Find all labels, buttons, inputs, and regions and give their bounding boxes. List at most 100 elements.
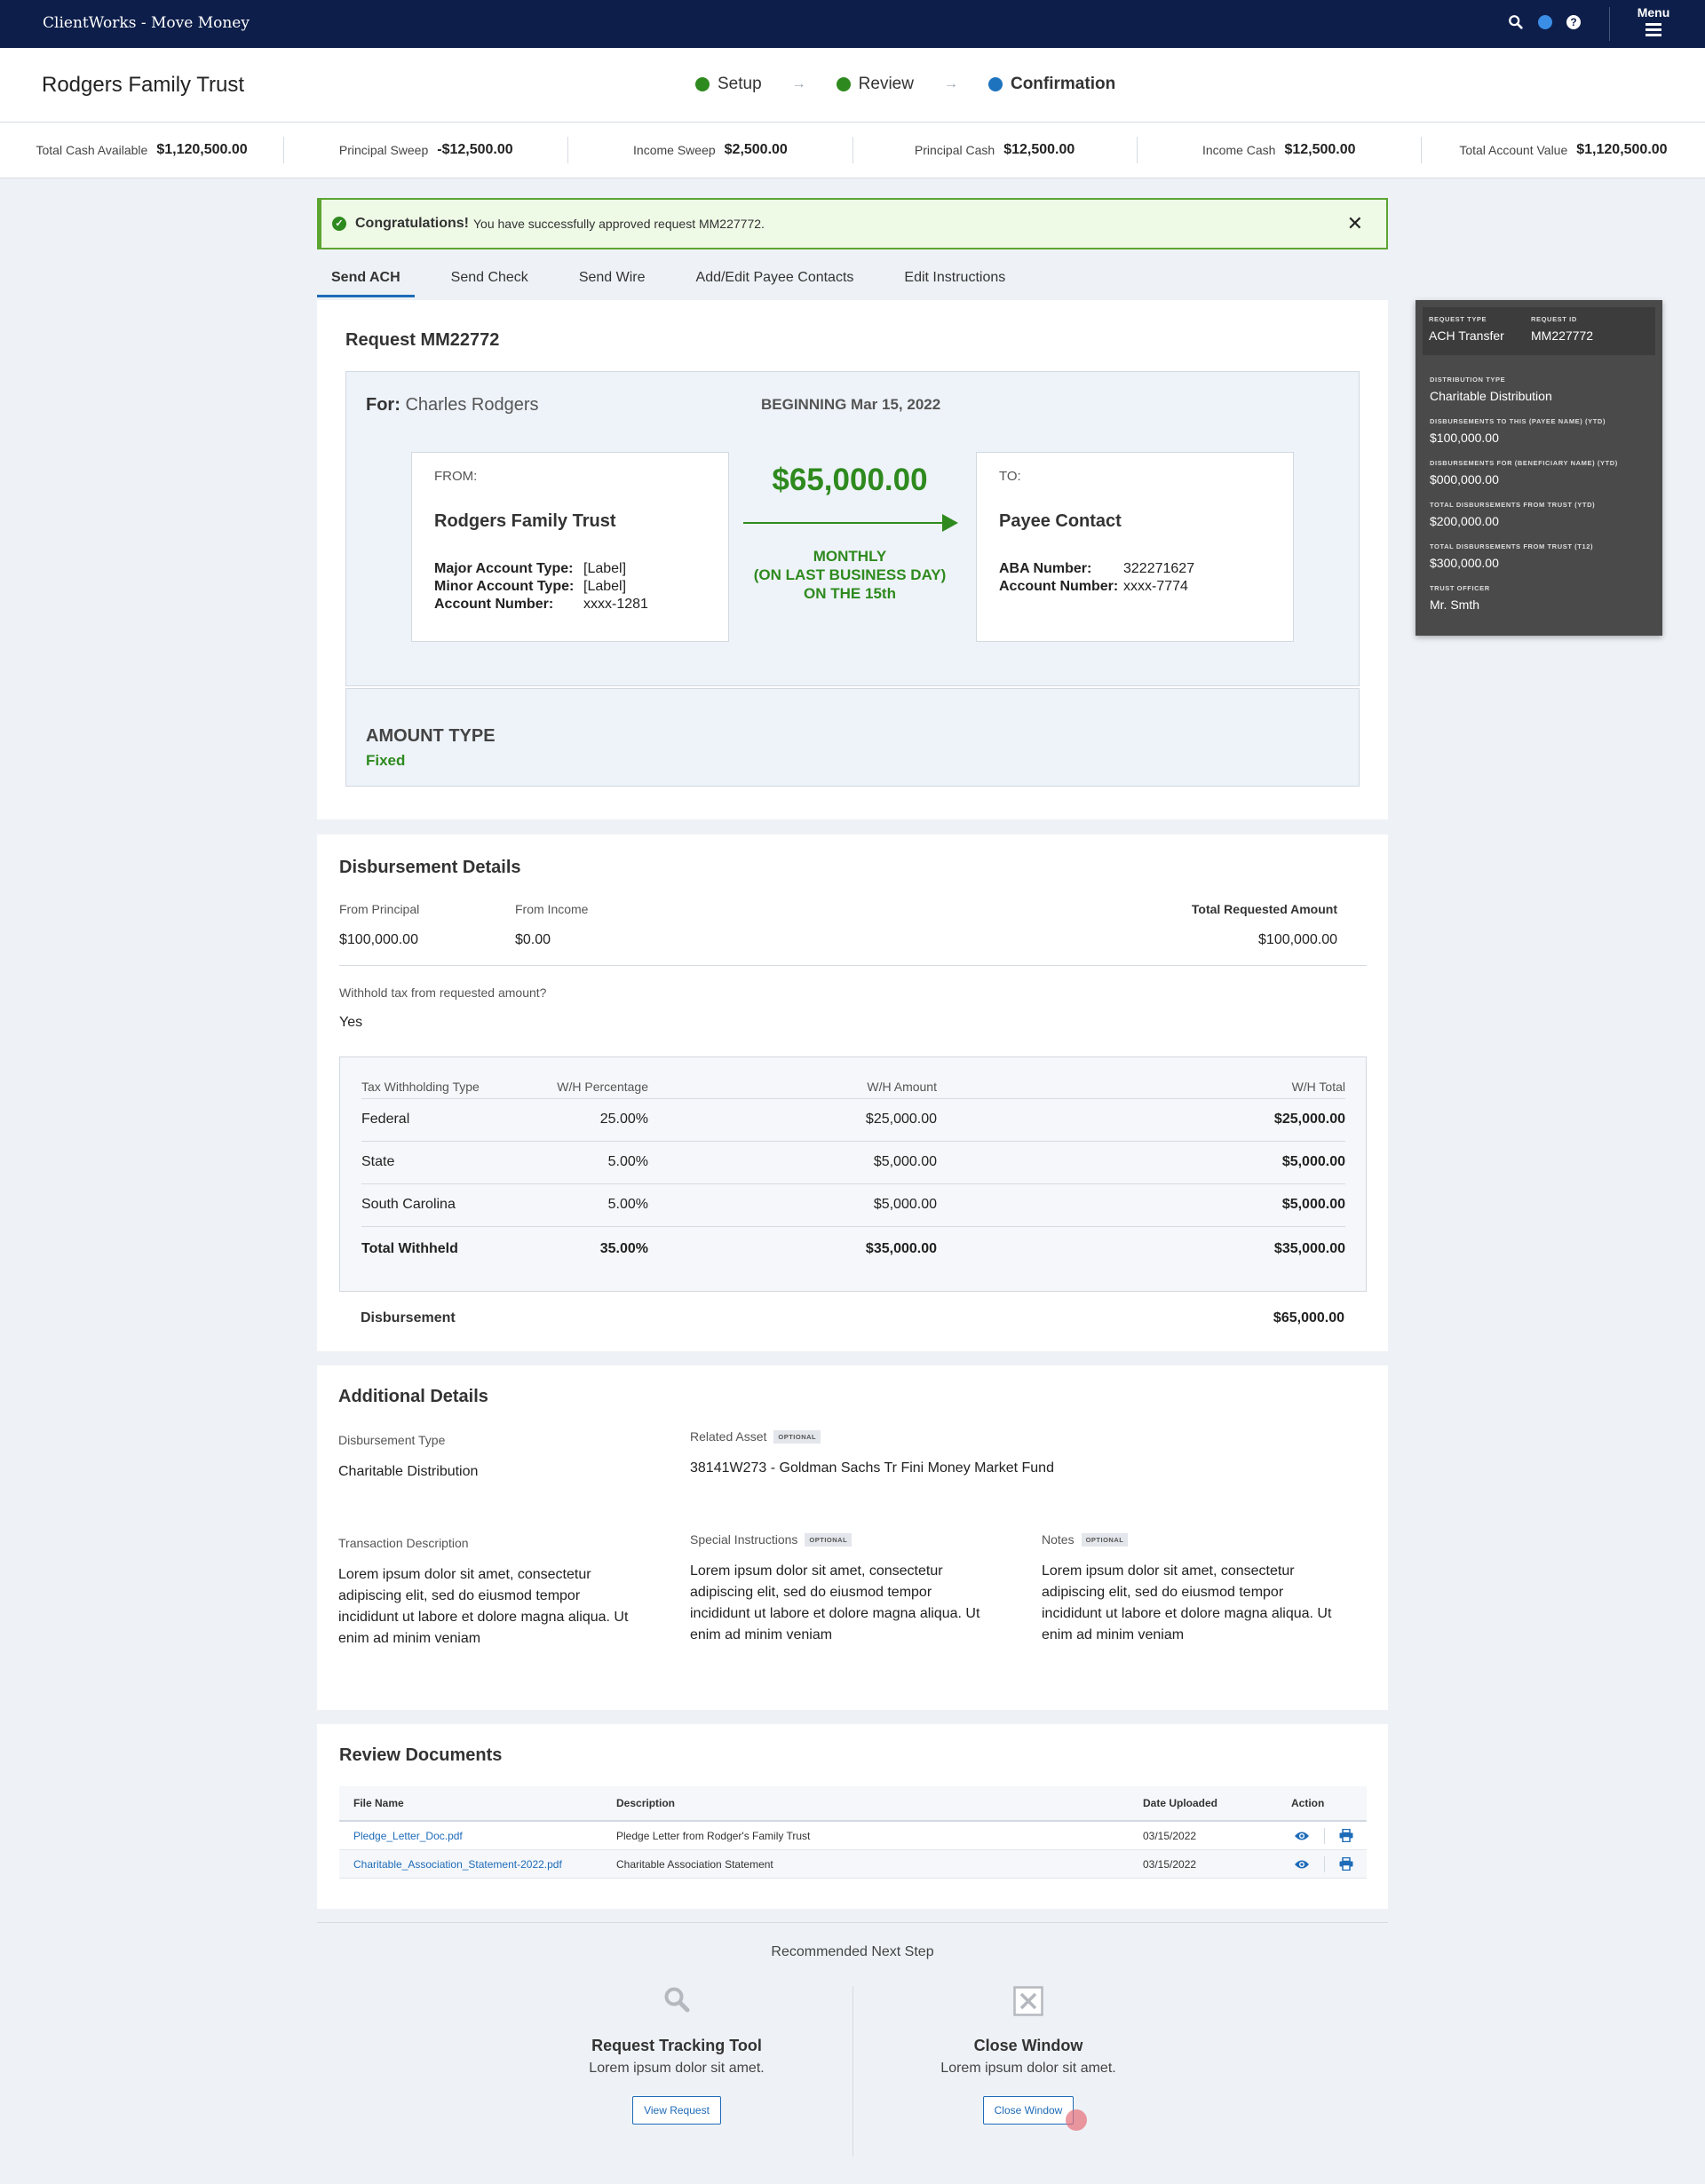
step-label: Setup xyxy=(718,75,762,93)
detail-row: Major Account Type: [Label] xyxy=(434,561,648,577)
for-line: For: Charles Rodgers xyxy=(366,395,539,415)
action-tabs: Send ACH Send Check Send Wire Add/Edit P… xyxy=(317,263,1042,297)
disb-for-beneficiary-field: DISBURSEMENTS FOR (BENEFICIARY NAME) (YT… xyxy=(1430,459,1618,487)
row-actions xyxy=(1294,1856,1353,1872)
section-title: Additional Details xyxy=(338,1387,488,1406)
field-label: DISBURSEMENTS FOR (BENEFICIARY NAME) (YT… xyxy=(1430,459,1618,467)
action-divider xyxy=(1324,1827,1325,1844)
eye-icon[interactable] xyxy=(1294,1859,1310,1870)
field-value: $200,000.00 xyxy=(1430,514,1499,528)
next-step-request-tracking: Request Tracking Tool Lorem ipsum dolor … xyxy=(504,1986,850,2125)
summary-total-account-value: Total Account Value $1,120,500.00 xyxy=(1422,137,1705,163)
col-header: W/H Percentage xyxy=(557,1080,648,1094)
step-confirmation: Confirmation xyxy=(987,75,1116,94)
section-title: Review Documents xyxy=(339,1745,503,1765)
field-label-row: Related Asset OPTIONAL xyxy=(690,1429,1223,1444)
print-icon[interactable] xyxy=(1339,1829,1353,1842)
col-header: Description xyxy=(616,1797,676,1809)
cell: $5,000.00 xyxy=(1281,1197,1345,1212)
tab-edit-instructions[interactable]: Edit Instructions xyxy=(890,263,1019,297)
additional-details-card: Additional Details Disbursement Type Cha… xyxy=(317,1365,1388,1710)
file-link[interactable]: Pledge_Letter_Doc.pdf xyxy=(353,1830,463,1842)
to-details: ABA Number: 322271627 Account Number: xxxx… xyxy=(999,561,1194,597)
help-icon[interactable]: ? xyxy=(1566,15,1581,29)
for-label: For: xyxy=(366,395,400,415)
detail-key: Major Account Type: xyxy=(434,561,574,576)
summary-label: Income Cash xyxy=(1201,143,1276,157)
withhold-answer: Yes xyxy=(339,1015,363,1030)
detail-value: [Label] xyxy=(583,561,627,576)
step-complete-icon xyxy=(695,77,710,91)
cell: $25,000.00 xyxy=(1273,1112,1345,1127)
field-label: Transaction Description xyxy=(338,1536,469,1550)
arrow-right-icon xyxy=(743,512,958,534)
file-description: Charitable Association Statement xyxy=(616,1857,773,1871)
alert-message: You have successfully approved request M… xyxy=(473,217,765,231)
transfer-amount: $65,000.00 MONTHLY (ON LAST BUSINESS DAY… xyxy=(743,463,958,603)
step-current-icon xyxy=(987,77,1003,91)
summary-value: $1,120,500.00 xyxy=(156,142,248,157)
top-nav: ClientWorks - Move Money ? Menu xyxy=(0,0,1705,48)
detail-key: Account Number: xyxy=(434,597,554,612)
detail-key: Account Number: xyxy=(999,579,1119,594)
eye-icon[interactable] xyxy=(1294,1831,1310,1841)
cell: 25.00% xyxy=(599,1112,648,1127)
col-header: Date Uploaded xyxy=(1143,1797,1218,1809)
app-title: ClientWorks - Move Money xyxy=(43,14,250,32)
step-label: Review xyxy=(858,75,914,93)
step-complete-icon xyxy=(836,77,851,91)
request-info-panel: REQUEST TYPE ACH Transfer REQUEST ID MM2… xyxy=(1416,300,1662,636)
table-header: File Name Description Date Uploaded Acti… xyxy=(339,1786,1367,1822)
distribution-type-field: DISTRIBUTION TYPE Charitable Distribution xyxy=(1430,376,1552,403)
tab-send-ach[interactable]: Send ACH xyxy=(317,263,415,297)
optional-badge: OPTIONAL xyxy=(1081,1533,1129,1547)
action-divider xyxy=(1324,1856,1325,1872)
table-header: Tax Withholding Type W/H Percentage W/H … xyxy=(361,1072,1345,1099)
section-title: Disbursement Details xyxy=(339,858,521,877)
tab-add-edit-payee-contacts[interactable]: Add/Edit Payee Contacts xyxy=(682,263,868,297)
field-label: REQUEST ID xyxy=(1531,315,1577,323)
detail-key: Minor Account Type: xyxy=(434,579,575,594)
summary-principal-sweep: Principal Sweep -$12,500.00 xyxy=(284,137,569,163)
frequency-line: (ON LAST BUSINESS DAY) xyxy=(753,566,947,583)
cell: Total Withheld xyxy=(361,1241,458,1256)
field-label: TOTAL DISBURSEMENTS FROM TRUST (T12) xyxy=(1430,542,1594,550)
tab-send-wire[interactable]: Send Wire xyxy=(565,263,660,297)
field-label: TOTAL DISBURSEMENTS FROM TRUST (YTD) xyxy=(1430,501,1596,509)
total-requested-value: $100,000.00 xyxy=(1258,932,1337,947)
file-link[interactable]: Charitable_Association_Statement-2022.pd… xyxy=(353,1858,562,1871)
field-value: Lorem ipsum dolor sit amet, consectetur … xyxy=(690,1563,980,1642)
from-details: Major Account Type: [Label] Minor Account… xyxy=(434,561,648,614)
row-actions xyxy=(1294,1827,1353,1844)
detail-key: ABA Number: xyxy=(999,561,1092,576)
step-label: Confirmation xyxy=(1010,75,1116,93)
detail-row: Account Number: xxxx-1281 xyxy=(434,597,648,613)
check-circle-icon: ✓ xyxy=(332,217,346,231)
date-uploaded: 03/15/2022 xyxy=(1143,1829,1197,1842)
view-request-button[interactable]: View Request xyxy=(632,2096,721,2125)
status-dot-icon[interactable] xyxy=(1538,15,1552,29)
cursor-indicator xyxy=(1066,2109,1087,2131)
summary-value: -$12,500.00 xyxy=(437,142,513,157)
menu-button[interactable]: Menu xyxy=(1632,5,1675,39)
step-review: Review xyxy=(836,75,914,94)
cell: $5,000.00 xyxy=(1281,1154,1345,1169)
search-icon[interactable] xyxy=(1508,14,1524,30)
request-id-field: REQUEST ID MM227772 xyxy=(1531,315,1593,343)
summary-total-cash: Total Cash Available $1,120,500.00 xyxy=(0,137,285,163)
from-income-label: From Income xyxy=(515,902,589,916)
close-icon[interactable]: ✕ xyxy=(1347,212,1363,235)
detail-row: Account Number: xxxx-7774 xyxy=(999,579,1194,595)
close-window-button[interactable]: Close Window xyxy=(982,2096,1075,2125)
cell: State xyxy=(361,1154,395,1169)
to-box: TO: Payee Contact ABA Number: 322271627 A… xyxy=(976,452,1294,642)
field-value: 38141W273 - Goldman Sachs Tr Fini Money … xyxy=(690,1460,1054,1476)
tab-send-check[interactable]: Send Check xyxy=(437,263,543,297)
table-row: South Carolina 5.00% $5,000.00 $5,000.00 xyxy=(361,1184,1345,1227)
table-row: Federal 25.00% $25,000.00 $25,000.00 xyxy=(361,1099,1345,1142)
field-value: Charitable Distribution xyxy=(338,1464,479,1479)
field-label: Notes xyxy=(1042,1532,1075,1547)
print-icon[interactable] xyxy=(1339,1857,1353,1871)
field-label: Disbursement Type xyxy=(338,1433,446,1447)
summary-value: $1,120,500.00 xyxy=(1576,142,1668,157)
